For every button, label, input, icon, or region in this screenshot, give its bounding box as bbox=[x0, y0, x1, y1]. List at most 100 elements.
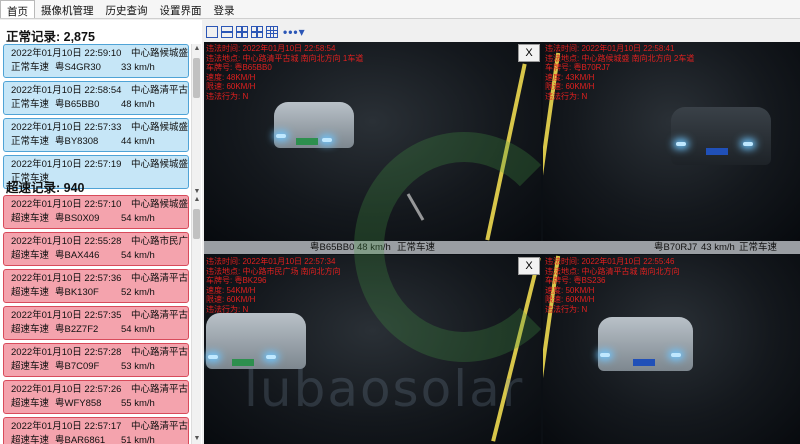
overspeed-record-item[interactable]: 2022年01月10日 22:57:17 中心路清平古城 超速车速粤BAR6861… bbox=[3, 417, 189, 444]
camera-overlay-text: 违法时间: 2022年01月10日 22:58:54 违法地点: 中心路清平古城 … bbox=[206, 44, 364, 101]
record-plate: 粤B2Z7F2 bbox=[55, 324, 99, 335]
scroll-up-icon[interactable]: ▲ bbox=[192, 195, 202, 205]
record-plate: 粤B7C09F bbox=[55, 361, 100, 372]
watermark-logo bbox=[354, 132, 574, 362]
record-plate: 粤BAX446 bbox=[55, 250, 100, 261]
caption-plate-right: 粤B70RJ7 bbox=[654, 242, 698, 253]
record-speed: 55 km/h bbox=[121, 398, 155, 409]
overspeed-record-item[interactable]: 2022年01月10日 22:55:28 中心路市民广场 超速车速粤BAX446 5… bbox=[3, 232, 189, 266]
normal-records-list[interactable]: 2022年01月10日 22:59:10中心路候城盛 南 正常车速粤S4GR30… bbox=[3, 44, 189, 197]
record-type: 超速车速 bbox=[11, 435, 50, 444]
record-speed: 52 km/h bbox=[121, 287, 155, 298]
camera-view-4[interactable]: 违法时间: 2022年01月10日 22:55:46 违法地点: 中心路清平古城 … bbox=[543, 255, 800, 444]
record-time: 2022年01月10日 22:57:10 bbox=[11, 199, 122, 210]
vehicle bbox=[671, 107, 771, 165]
scrollbar-thumb[interactable] bbox=[193, 209, 200, 239]
headlight bbox=[676, 142, 686, 146]
caption-plate-left: 粤B65BB0 bbox=[310, 242, 355, 253]
normal-list-scrollbar[interactable]: ▲ ▼ bbox=[191, 44, 201, 197]
record-type: 正常车速 bbox=[11, 99, 50, 110]
headlight bbox=[276, 134, 286, 138]
record-location: 中心路候城盛 南 bbox=[131, 122, 189, 133]
record-plate: 粤BK130F bbox=[55, 287, 99, 298]
record-time: 2022年01月10日 22:58:54 bbox=[11, 85, 122, 96]
record-time: 2022年01月10日 22:57:33 bbox=[11, 122, 122, 133]
record-type: 超速车速 bbox=[11, 287, 50, 298]
headlight bbox=[266, 355, 276, 359]
records-panel: 正常记录: 2,875 2022年01月10日 22:59:10 中心路候城盛 南… bbox=[0, 20, 202, 444]
split-horizontal-icon[interactable] bbox=[221, 26, 233, 38]
scrollbar-thumb[interactable] bbox=[193, 58, 200, 98]
camera-overlay-text: 违法时间: 2022年01月10日 22:58:41 违法地点: 中心路候城盛 南… bbox=[545, 44, 695, 101]
record-location: 中心路清平古城 bbox=[131, 273, 189, 284]
record-speed: 44 km/h bbox=[121, 136, 155, 147]
record-time: 2022年01月10日 22:55:28 bbox=[11, 236, 122, 247]
tab-home[interactable]: 首页 bbox=[0, 0, 35, 18]
record-location: 中心路候城盛 南 bbox=[131, 48, 189, 59]
record-location: 中心路清平古城 bbox=[131, 347, 189, 358]
camera-view-2[interactable]: 违法时间: 2022年01月10日 22:58:41 违法地点: 中心路候城盛 南… bbox=[543, 42, 800, 241]
record-time: 2022年01月10日 22:57:35 bbox=[11, 310, 122, 321]
record-type: 超速车速 bbox=[11, 213, 50, 224]
record-plate: 粤WFY858 bbox=[55, 398, 102, 409]
single-view-icon[interactable] bbox=[206, 26, 218, 38]
record-speed: 54 km/h bbox=[121, 213, 155, 224]
watermark-text: lubaosolar bbox=[244, 360, 525, 418]
camera-overlay-text: 违法时间: 2022年01月10日 22:57:34 违法地点: 中心路市民广场 … bbox=[206, 257, 341, 314]
caption-status-right: 正常车速 bbox=[739, 242, 778, 253]
headlight bbox=[322, 138, 332, 142]
tab-settings[interactable]: 设置界面 bbox=[154, 0, 208, 18]
overspeed-record-item[interactable]: 2022年01月10日 22:57:36 中心路清平古城 超速车速粤BK130F 5… bbox=[3, 269, 189, 303]
overspeed-record-item[interactable]: 2022年01月10日 22:57:10 中心路候城盛 南 超速车速粤BS0X09… bbox=[3, 195, 189, 229]
overspeed-record-item[interactable]: 2022年01月10日 22:57:28 中心路清平古城 超速车速粤B7C09F 5… bbox=[3, 343, 189, 377]
record-time: 2022年01月10日 22:57:36 bbox=[11, 273, 122, 284]
record-location: 中心路清平古城 bbox=[131, 85, 189, 96]
record-time: 2022年01月10日 22:57:26 bbox=[11, 384, 122, 395]
record-speed: 54 km/h bbox=[121, 324, 155, 335]
overspeed-records-list[interactable]: 2022年01月10日 22:57:10中心路候城盛 南 超速车速粤BS0X09… bbox=[3, 195, 189, 444]
overspeed-record-item[interactable]: 2022年01月10日 22:57:26 中心路清平古城 超速车速粤WFY858 5… bbox=[3, 380, 189, 414]
scroll-up-icon[interactable]: ▲ bbox=[192, 44, 202, 54]
record-type: 正常车速 bbox=[11, 62, 50, 73]
video-grid: 违法时间: 2022年01月10日 22:58:54 违法地点: 中心路清平古城 … bbox=[204, 42, 800, 444]
menu-bar: 首页 摄像机管理 历史查询 设置界面 登录 bbox=[0, 0, 800, 19]
overspeed-list-scrollbar[interactable]: ▲ ▼ bbox=[191, 195, 201, 444]
scroll-down-icon[interactable]: ▼ bbox=[192, 434, 202, 444]
normal-record-item[interactable]: 2022年01月10日 22:58:54 中心路清平古城 正常车速粤B65BB0 4… bbox=[3, 81, 189, 115]
quad-view-icon[interactable] bbox=[236, 26, 248, 38]
record-type: 超速车速 bbox=[11, 398, 50, 409]
license-plate bbox=[296, 138, 318, 145]
tab-history-query[interactable]: 历史查询 bbox=[100, 0, 154, 18]
normal-record-item[interactable]: 2022年01月10日 22:59:10 中心路候城盛 南 正常车速粤S4GR30… bbox=[3, 44, 189, 78]
record-location: 中心路候城盛 南 bbox=[131, 159, 189, 170]
layout-toolbar: •••▾ bbox=[206, 24, 306, 40]
license-plate bbox=[706, 148, 728, 155]
record-location: 中心路清平古城 bbox=[131, 421, 189, 432]
record-type: 正常车速 bbox=[11, 136, 50, 147]
record-speed: 53 km/h bbox=[121, 361, 155, 372]
grid-view-icon[interactable] bbox=[266, 26, 278, 38]
record-plate: 粤B65BB0 bbox=[55, 99, 100, 110]
normal-record-item[interactable]: 2022年01月10日 22:57:33 中心路候城盛 南 正常车速粤BY8308… bbox=[3, 118, 189, 152]
record-type: 超速车速 bbox=[11, 250, 50, 261]
overspeed-record-item[interactable]: 2022年01月10日 22:57:35 中心路清平古城 超速车速粤B2Z7F2 5… bbox=[3, 306, 189, 340]
normal-records-title: 正常记录: 2,875 bbox=[6, 30, 95, 44]
record-plate: 粤BY8308 bbox=[55, 136, 99, 147]
headlight bbox=[600, 353, 610, 357]
record-location: 中心路候城盛 南 bbox=[131, 199, 189, 210]
tab-login[interactable]: 登录 bbox=[208, 0, 241, 18]
close-camera-button[interactable]: X bbox=[518, 44, 540, 62]
quad-alt-view-icon[interactable] bbox=[251, 26, 263, 38]
record-time: 2022年01月10日 22:57:17 bbox=[11, 421, 122, 432]
tab-camera-management[interactable]: 摄像机管理 bbox=[35, 0, 100, 18]
record-location: 中心路清平古城 bbox=[131, 310, 189, 321]
record-location: 中心路市民广场 bbox=[131, 236, 189, 247]
record-time: 2022年01月10日 22:57:19 bbox=[11, 159, 122, 170]
more-layouts-button[interactable]: •••▾ bbox=[283, 25, 306, 39]
record-type: 超速车速 bbox=[11, 324, 50, 335]
headlight bbox=[208, 355, 218, 359]
overspeed-records-title: 超速记录: 940 bbox=[6, 181, 85, 195]
record-plate: 粤S4GR30 bbox=[55, 62, 101, 73]
record-type: 超速车速 bbox=[11, 361, 50, 372]
record-time: 2022年01月10日 22:57:28 bbox=[11, 347, 122, 358]
